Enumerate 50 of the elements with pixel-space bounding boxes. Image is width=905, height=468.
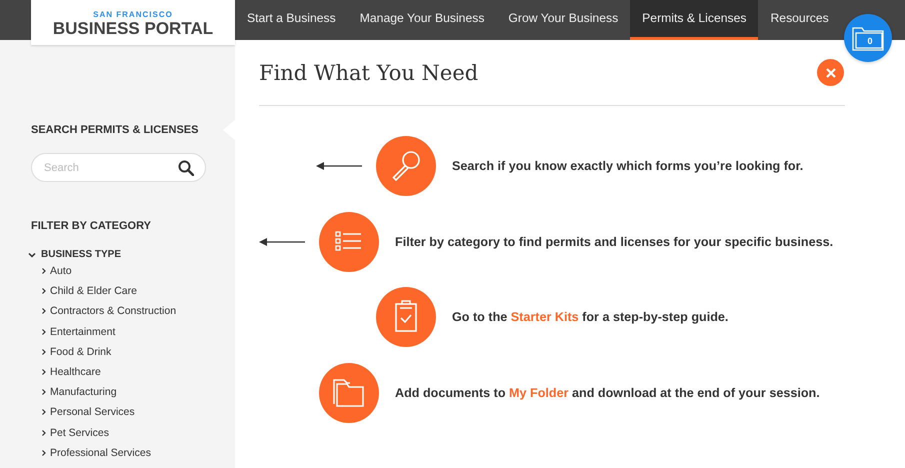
magnifier-icon: [376, 136, 436, 196]
category-item[interactable]: Contractors & Construction: [41, 301, 235, 322]
close-button[interactable]: [817, 59, 844, 86]
page-title: Find What You Need: [259, 60, 478, 84]
guide-text: Filter by category to find permits and licenses for your specific business.: [395, 234, 834, 248]
category-item[interactable]: Entertainment: [41, 322, 235, 342]
chevron-right-icon: [41, 428, 47, 437]
nav-tab[interactable]: Permits & Licenses: [630, 0, 758, 40]
search-icon: [178, 160, 194, 176]
chevron-right-icon: [41, 368, 47, 376]
chevron-right-icon: [41, 348, 47, 356]
guide-text: Go to the Starter Kits for a step-by-step guide.: [452, 310, 728, 324]
category-item[interactable]: Professional Services: [41, 442, 235, 463]
chevron-right-icon: [41, 287, 47, 296]
section-heading: SEARCH PERMITS & LICENSES: [31, 124, 198, 137]
arrow-left-icon: [316, 161, 362, 171]
close-icon: [826, 68, 836, 78]
nav-tab[interactable]: Resources: [758, 0, 841, 40]
logo-city: SAN FRANCISCO: [93, 10, 173, 18]
folder-count: 0: [867, 36, 872, 46]
category-item[interactable]: Manufacturing: [41, 382, 235, 402]
category-item[interactable]: Healthcare: [41, 362, 235, 382]
category-item[interactable]: Personal Services: [41, 402, 235, 422]
arrow-left-icon: [259, 236, 305, 246]
nav-tab[interactable]: Manage Your Business: [348, 0, 496, 40]
chevron-right-icon: [41, 328, 47, 336]
my-folder-button[interactable]: 0: [844, 14, 892, 62]
clipboard-icon: [376, 287, 436, 347]
nav-tab[interactable]: Grow Your Business: [496, 0, 630, 40]
logo[interactable]: SAN FRANCISCO BUSINESS PORTAL: [31, 0, 235, 45]
list-icon: [319, 212, 379, 272]
chevron-right-icon: [41, 448, 47, 457]
category-item[interactable]: Child & Elder Care: [41, 281, 235, 302]
guide-text: Search if you know exactly which forms you’re looking for.: [452, 159, 804, 173]
logo-name: BUSINESS PORTAL: [52, 20, 214, 38]
category-item[interactable]: Auto: [41, 261, 235, 282]
chevron-right-icon: [41, 267, 47, 276]
folder-icon: [319, 362, 379, 422]
category-item[interactable]: Pet Services: [41, 422, 235, 443]
nav-tab[interactable]: Start a Business: [235, 0, 348, 40]
chevron-down-icon: [28, 250, 36, 258]
guide-text: Add documents to My Folder and download at the end of your session.: [395, 386, 820, 400]
category-toggle[interactable]: BUSINESS TYPE: [28, 248, 235, 261]
folder-icon: [851, 25, 885, 51]
chevron-right-icon: [41, 388, 47, 396]
chevron-right-icon: [41, 307, 47, 316]
section-heading: FILTER BY CATEGORY: [31, 220, 151, 233]
search-field[interactable]: Search: [31, 153, 206, 182]
category-item[interactable]: Food & Drink: [41, 342, 235, 362]
chevron-right-icon: [41, 408, 47, 416]
